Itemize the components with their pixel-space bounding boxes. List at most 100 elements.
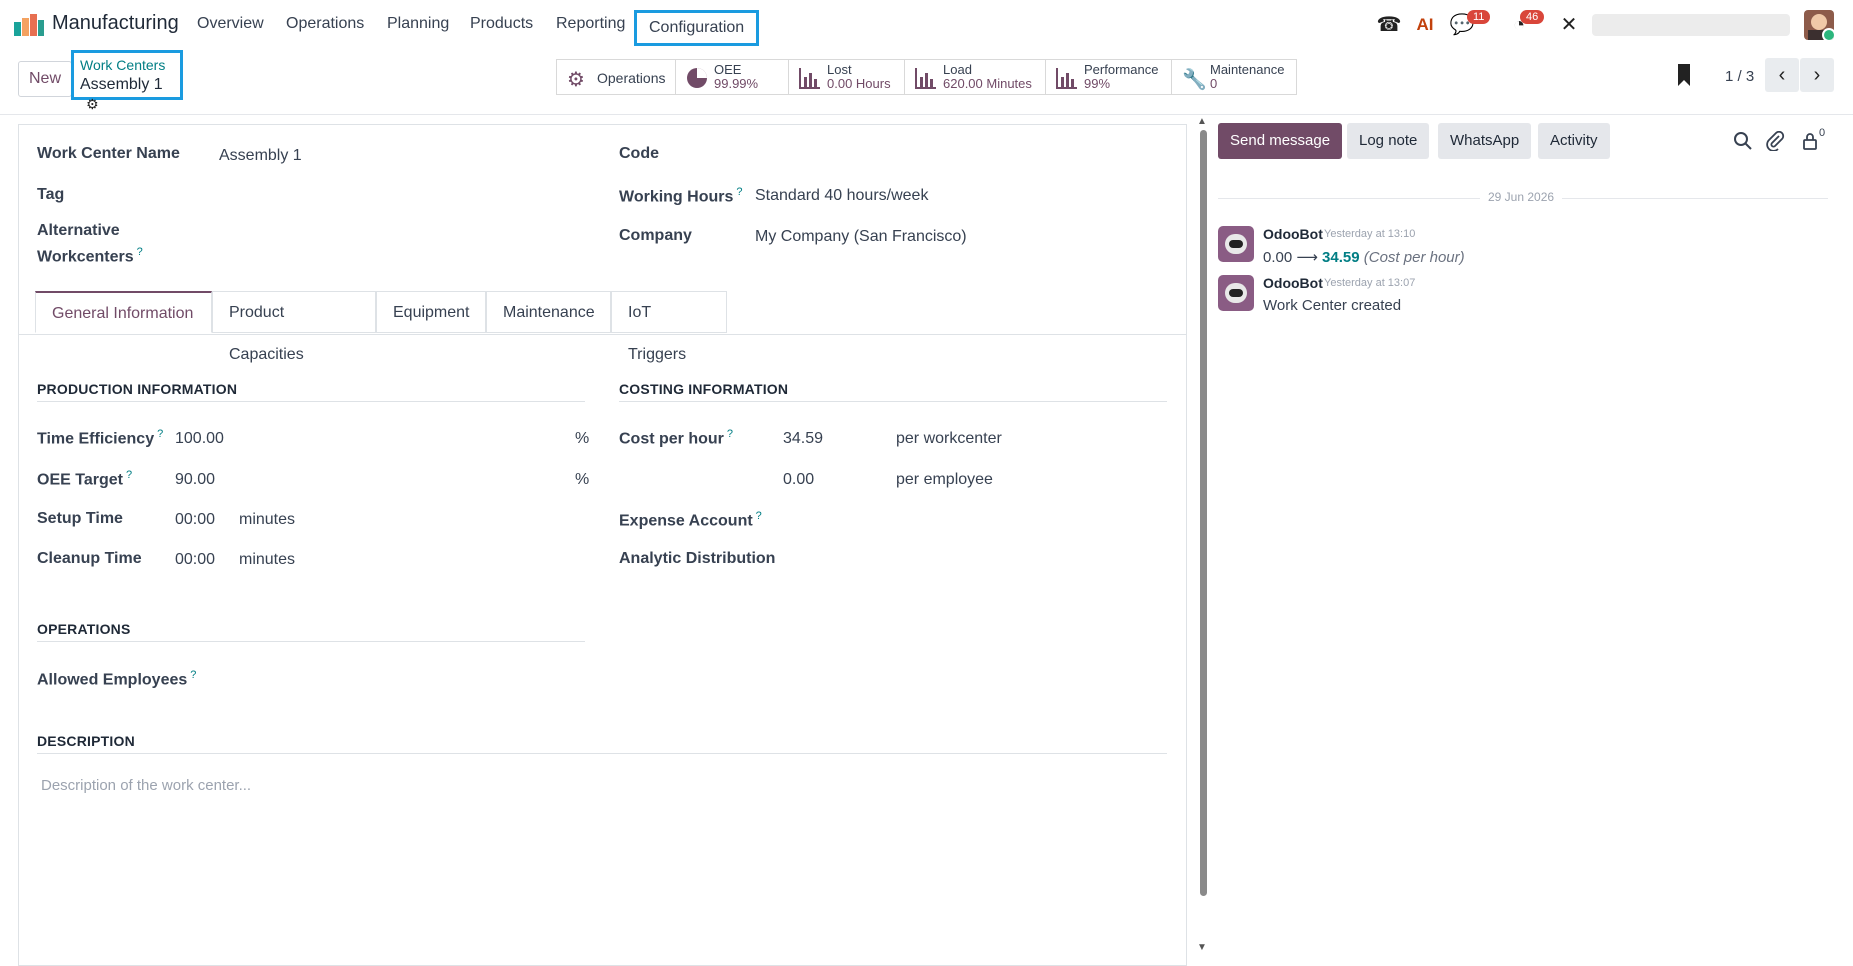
bar-chart-icon <box>915 68 936 89</box>
field-time-efficiency[interactable]: 100.00 <box>175 430 224 448</box>
per-workcenter-label: per workcenter <box>896 430 1002 447</box>
tab-general-information[interactable]: General Information <box>35 291 212 333</box>
field-setup-time[interactable]: 00:00 <box>175 511 215 529</box>
field-oee-target[interactable]: 90.00 <box>175 471 215 489</box>
field-working-hours[interactable]: Standard 40 hours/week <box>755 187 928 205</box>
smart-button-oee[interactable]: OEE 99.99% <box>675 59 789 95</box>
pager-next-button[interactable]: › <box>1800 58 1834 92</box>
manufacturing-app-icon[interactable] <box>14 14 44 36</box>
help-icon[interactable]: ? <box>157 428 163 440</box>
label-time-efficiency: Time Efficiency? <box>37 428 164 448</box>
arrow-right-icon: ⟶ <box>1296 249 1323 266</box>
smart-label: Lost <box>827 62 852 77</box>
smart-value: 0.00 Hours <box>827 76 891 91</box>
section-divider <box>619 401 1167 402</box>
activity-button[interactable]: Activity <box>1538 123 1610 159</box>
help-icon[interactable]: ? <box>727 428 733 440</box>
field-employee-cost[interactable]: 0.00 <box>783 471 814 489</box>
label-oee-target: OEE Target? <box>37 469 133 489</box>
field-company[interactable]: My Company (San Francisco) <box>755 228 967 246</box>
menu-operations[interactable]: Operations <box>286 15 364 33</box>
smart-button-load[interactable]: Load 620.00 Minutes <box>904 59 1046 95</box>
description-input[interactable]: Description of the work center... <box>41 777 251 794</box>
odoobot-avatar[interactable] <box>1218 275 1254 311</box>
follower-lock-icon[interactable] <box>1800 131 1820 151</box>
tools-icon[interactable]: ✕ <box>1556 12 1582 38</box>
gear-icon[interactable]: ⚙ <box>86 96 99 113</box>
smart-label: Load <box>943 62 972 77</box>
help-icon[interactable]: ? <box>137 246 143 258</box>
field-cost-per-hour[interactable]: 34.59 <box>783 430 823 448</box>
scroll-down-arrow[interactable]: ▼ <box>1197 942 1207 953</box>
smart-button-operations[interactable]: ⚙ Operations <box>556 59 676 95</box>
smart-button-performance[interactable]: Performance 99% <box>1045 59 1172 95</box>
odoobot-avatar[interactable] <box>1218 226 1254 262</box>
label-workcenters: Workcenters? <box>37 246 143 266</box>
pager-value[interactable]: 1 / 3 <box>1725 68 1754 85</box>
label-allowed-employees: Allowed Employees? <box>37 669 197 689</box>
app-name[interactable]: Manufacturing <box>52 12 179 35</box>
tracking-change: 0.00 ⟶ 34.59 (Cost per hour) <box>1263 248 1465 266</box>
smart-value: 99.99% <box>714 76 759 91</box>
smart-label: Performance <box>1084 62 1159 77</box>
breadcrumb-current: Assembly 1 <box>80 76 163 93</box>
scrollbar-thumb[interactable] <box>1200 130 1207 896</box>
phone-icon[interactable]: ☎ <box>1376 12 1402 38</box>
field-cleanup-time[interactable]: 00:00 <box>175 551 215 569</box>
search-icon[interactable] <box>1733 131 1753 151</box>
section-description: DESCRIPTION <box>37 733 135 749</box>
tab-maintenance[interactable]: Maintenance <box>486 291 611 333</box>
bar-chart-icon <box>1056 68 1077 89</box>
minutes-unit: minutes <box>239 551 296 568</box>
smart-button-lost[interactable]: Lost 0.00 Hours <box>788 59 905 95</box>
section-operations: OPERATIONS <box>37 621 131 637</box>
menu-configuration[interactable]: Configuration <box>634 10 760 46</box>
help-icon[interactable]: ? <box>190 669 196 681</box>
message-author[interactable]: OdooBot <box>1263 275 1323 291</box>
messages-badge: 11 <box>1467 10 1491 24</box>
help-icon[interactable]: ? <box>126 469 132 481</box>
label-expense-account: Expense Account? <box>619 510 762 530</box>
user-company-blurred[interactable] <box>1592 14 1790 36</box>
message-time: Yesterday at 13:10 <box>1324 228 1416 240</box>
pie-chart-icon <box>687 68 707 88</box>
label-work-center-name: Work Center Name <box>37 145 180 162</box>
help-icon[interactable]: ? <box>756 510 762 522</box>
menu-products[interactable]: Products <box>470 15 533 33</box>
percent-unit: % <box>575 471 590 488</box>
menu-planning[interactable]: Planning <box>387 15 449 33</box>
breadcrumb-work-centers[interactable]: Work Centers <box>80 56 174 74</box>
activity-badge: 46 <box>1520 10 1545 24</box>
percent-unit: % <box>575 430 590 447</box>
new-button[interactable]: New <box>18 61 72 97</box>
label-code: Code <box>619 145 659 162</box>
message-author[interactable]: OdooBot <box>1263 226 1323 242</box>
help-icon[interactable]: ? <box>736 186 742 198</box>
tab-divider <box>19 334 1186 335</box>
label-company: Company <box>619 227 692 244</box>
smart-value: 620.00 Minutes <box>943 76 1032 91</box>
tab-iot-triggers[interactable]: IoT Triggers <box>611 291 727 363</box>
label-tag: Tag <box>37 186 65 203</box>
ai-icon[interactable]: AI <box>1412 12 1438 38</box>
tab-product-capacities[interactable]: Product Capacities <box>212 291 376 363</box>
menu-overview[interactable]: Overview <box>197 15 264 33</box>
smart-value: 0 <box>1210 76 1218 91</box>
section-divider <box>37 641 585 642</box>
send-message-button[interactable]: Send message <box>1218 123 1343 159</box>
user-avatar[interactable] <box>1804 10 1834 40</box>
new-value: 34.59 <box>1322 249 1360 266</box>
minutes-unit: minutes <box>239 511 296 528</box>
date-separator: 29 Jun 2026 <box>1480 190 1563 204</box>
field-work-center-name[interactable]: Assembly 1 <box>219 147 302 165</box>
tab-equipment[interactable]: Equipment <box>376 291 486 333</box>
menu-reporting[interactable]: Reporting <box>556 15 625 33</box>
log-note-button[interactable]: Log note <box>1347 123 1430 159</box>
scroll-up-arrow[interactable]: ▲ <box>1197 116 1207 127</box>
bar-chart-icon <box>799 68 820 89</box>
pager-previous-button[interactable]: ‹ <box>1765 58 1799 92</box>
bookmark-icon[interactable] <box>1676 64 1692 86</box>
paperclip-icon[interactable] <box>1766 131 1786 151</box>
whatsapp-button[interactable]: WhatsApp <box>1438 123 1532 159</box>
smart-button-maintenance[interactable]: 🔧 Maintenance 0 <box>1171 59 1297 95</box>
